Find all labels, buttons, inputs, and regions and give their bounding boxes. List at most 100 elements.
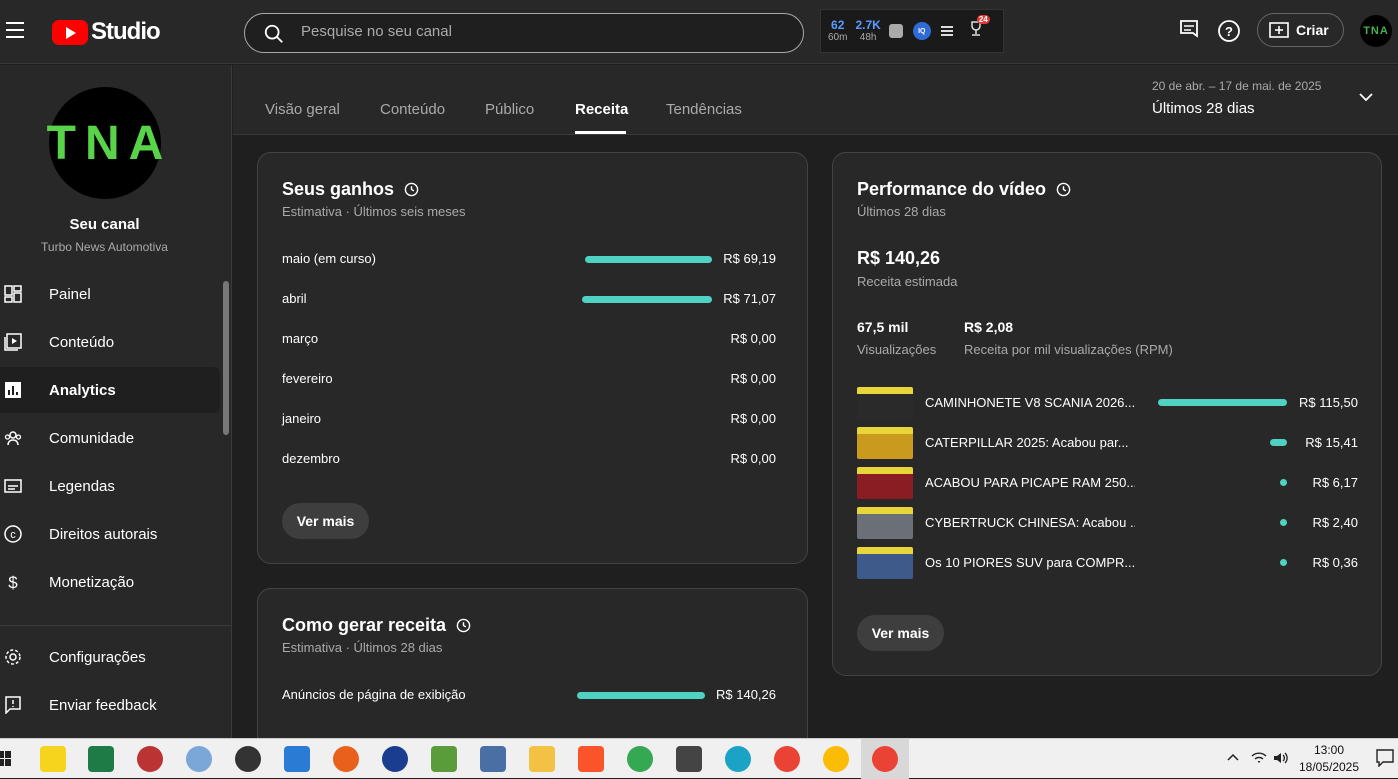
tab-conteudo[interactable]: Conteúdo xyxy=(380,101,445,118)
card-title-text: Seus ganhos xyxy=(282,179,395,199)
tab-receita[interactable]: Receita xyxy=(575,101,628,118)
volume-icon[interactable] xyxy=(1273,751,1289,765)
channel-avatar[interactable]: TNA xyxy=(47,87,163,199)
video-row[interactable]: CATERPILLAR 2025: Acabou par... R$ 15,41 xyxy=(857,427,1358,459)
total-revenue-label: Receita estimada xyxy=(857,274,958,289)
edge-icon[interactable] xyxy=(725,746,751,772)
rpm-metric: R$ 2,08 Receita por mil visualizações (R… xyxy=(964,319,1173,357)
outlook-icon[interactable] xyxy=(284,746,310,772)
app-icon[interactable] xyxy=(382,746,408,772)
account-avatar[interactable]: TNA xyxy=(1360,15,1392,47)
clock-icon[interactable] xyxy=(1056,182,1071,197)
sidebar-item-painel[interactable]: Painel xyxy=(0,271,220,317)
earnings-value: R$ 69,19 xyxy=(723,251,776,266)
paint-app-icon[interactable] xyxy=(137,746,163,772)
rpm-label: Receita por mil visualizações (RPM) xyxy=(964,342,1173,357)
views-value: 67,5 mil xyxy=(857,319,909,335)
chevron-down-icon[interactable] xyxy=(1359,92,1373,102)
extension-widget[interactable]: 62 60m 2.7K 48h IQ 24 xyxy=(820,9,1004,53)
tab-publico[interactable]: Público xyxy=(485,101,534,118)
sidebar-item-monetizacao[interactable]: $ Monetização xyxy=(0,559,220,605)
video-row[interactable]: ACABOU PARA PICAPE RAM 250... R$ 6,17 xyxy=(857,467,1358,499)
sidebar-item-direitos-autorais[interactable]: c Direitos autorais xyxy=(0,511,220,557)
paint-icon[interactable] xyxy=(186,746,212,772)
card-title-text: Como gerar receita xyxy=(282,615,447,635)
earnings-row: fevereiro R$ 0,00 xyxy=(282,369,776,389)
clock-icon[interactable] xyxy=(456,618,471,633)
search-input[interactable] xyxy=(301,23,781,40)
earnings-month: abril xyxy=(282,291,307,306)
revenue-sources-title: Como gerar receita xyxy=(282,615,471,636)
video-revenue-bar xyxy=(1270,439,1287,446)
clock-icon[interactable] xyxy=(404,182,419,197)
sidebar-item-analytics[interactable]: Analytics xyxy=(0,367,220,413)
revenue-source-value: R$ 140,26 xyxy=(716,687,776,702)
file-explorer-icon[interactable] xyxy=(529,746,555,772)
sidebar-item-feedback[interactable]: Enviar feedback xyxy=(0,682,220,728)
video-title[interactable]: CAMINHONETE V8 SCANIA 2026... xyxy=(925,395,1135,410)
excel-icon[interactable] xyxy=(88,746,114,772)
video-title[interactable]: Os 10 PIORES SUV para COMPR... xyxy=(925,555,1135,570)
ext-menu-icon[interactable] xyxy=(940,24,953,38)
revenue-sources-subtitle: Estimativa · Últimos 28 dias xyxy=(282,640,443,655)
search-box[interactable] xyxy=(244,13,804,53)
help-icon[interactable]: ? xyxy=(1217,19,1241,43)
sidebar-item-label: Enviar feedback xyxy=(49,696,157,714)
brave-icon[interactable] xyxy=(578,746,604,772)
video-row[interactable]: CAMINHONETE V8 SCANIA 2026... R$ 115,50 xyxy=(857,387,1358,419)
earnings-month: maio (em curso) xyxy=(282,251,376,266)
sidebar-item-configuracoes[interactable]: Configurações xyxy=(0,634,220,680)
copyright-icon: c xyxy=(4,525,22,543)
video-thumbnail[interactable] xyxy=(857,467,913,499)
firefox-icon[interactable] xyxy=(333,746,359,772)
sidebar-scrollbar[interactable] xyxy=(223,281,229,435)
video-title[interactable]: CATERPILLAR 2025: Acabou par... xyxy=(925,435,1135,450)
views-label: Visualizações xyxy=(857,342,937,357)
video-thumbnail[interactable] xyxy=(857,387,913,419)
video-thumbnail[interactable] xyxy=(857,427,913,459)
video-title[interactable]: ACABOU PARA PICAPE RAM 250... xyxy=(925,475,1135,490)
create-button[interactable]: Criar xyxy=(1257,13,1344,47)
video-revenue-value: R$ 115,50 xyxy=(1298,395,1358,410)
tab-tendencias[interactable]: Tendências xyxy=(666,101,742,118)
earnings-value: R$ 0,00 xyxy=(730,371,776,386)
date-range-selector[interactable]: 20 de abr. – 17 de mai. de 2025 Últimos … xyxy=(1152,79,1321,117)
clock-date: 18/05/2025 xyxy=(1298,760,1360,774)
chrome-icon[interactable] xyxy=(627,746,653,772)
ext-chart-icon[interactable] xyxy=(888,24,903,38)
system-clock[interactable]: 13:00 18/05/2025 xyxy=(1296,742,1362,776)
videos-more-button[interactable]: Ver mais xyxy=(857,615,944,651)
comment-icon[interactable] xyxy=(1179,19,1199,41)
sticky-notes-icon[interactable] xyxy=(40,746,66,772)
clock-time: 13:00 xyxy=(1313,743,1345,757)
chrome-active-icon[interactable] xyxy=(872,746,898,772)
ext-stat-label: 60m xyxy=(828,31,848,43)
chrome-profile-icon[interactable] xyxy=(774,746,800,772)
video-thumbnail[interactable] xyxy=(857,547,913,579)
notion-icon[interactable] xyxy=(676,746,702,772)
sidebar-item-comunidade[interactable]: Comunidade xyxy=(0,415,220,461)
video-thumbnail[interactable] xyxy=(857,507,913,539)
notification-center-icon[interactable] xyxy=(1376,749,1394,767)
wifi-icon[interactable] xyxy=(1251,751,1267,765)
chrome-profile-icon[interactable] xyxy=(823,746,849,772)
tab-visao-geral[interactable]: Visão geral xyxy=(265,101,340,118)
earnings-more-button[interactable]: Ver mais xyxy=(282,503,369,539)
vidiq-icon[interactable]: IQ xyxy=(912,22,931,40)
video-revenue-value: R$ 0,36 xyxy=(1312,555,1358,570)
trophy-icon[interactable]: 24 xyxy=(969,14,990,42)
video-row[interactable]: Os 10 PIORES SUV para COMPR... R$ 0,36 xyxy=(857,547,1358,579)
sidebar-item-conteudo[interactable]: Conteúdo xyxy=(0,319,220,365)
earnings-row: janeiro R$ 0,00 xyxy=(282,409,776,429)
calculator-icon[interactable] xyxy=(480,746,506,772)
sidebar-item-legendas[interactable]: Legendas xyxy=(0,463,220,509)
video-title[interactable]: CYBERTRUCK CHINESA: Acabou ... xyxy=(925,515,1135,530)
search-icon[interactable] xyxy=(263,23,285,45)
chevron-up-icon[interactable] xyxy=(1227,753,1239,761)
video-row[interactable]: CYBERTRUCK CHINESA: Acabou ... R$ 2,40 xyxy=(857,507,1358,539)
notepad-icon[interactable] xyxy=(431,746,457,772)
windows-start-icon[interactable] xyxy=(0,751,12,767)
obs-icon[interactable] xyxy=(235,746,261,772)
studio-logo[interactable]: Studio xyxy=(52,18,161,46)
menu-icon[interactable] xyxy=(6,22,24,38)
